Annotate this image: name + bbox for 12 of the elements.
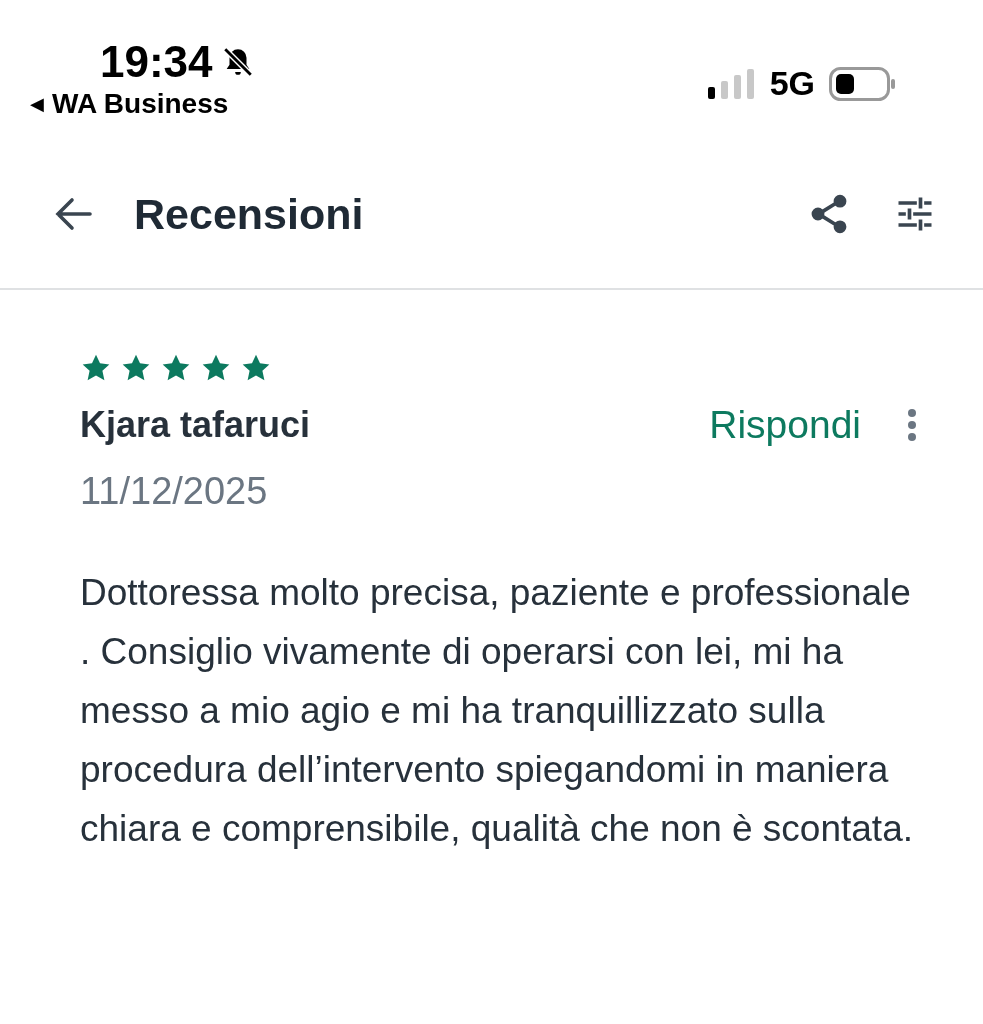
page-title: Recensioni	[134, 189, 365, 239]
reply-button[interactable]: Rispondi	[709, 403, 861, 447]
more-options-icon[interactable]	[907, 408, 917, 442]
review-date: 11/12/2025	[80, 470, 269, 513]
reviewer-name: Kjara tafaruci	[80, 404, 312, 446]
network-label: 5G	[769, 64, 815, 103]
signal-icon	[707, 68, 756, 99]
review-text: Dottoressa molto precisa, paziente e professionale . Consiglio vivamente di operarsi con lei, mi ha messo a mio agio e mi ha tranquillizzato sulla procedura dell’intervento spiegandomi in maniera chiara e comprensibile, qualità che non è scontata.	[80, 571, 914, 851]
battery-icon	[829, 66, 895, 101]
status-time: 19:34	[100, 40, 213, 84]
back-app-link[interactable]: WA Business	[52, 88, 229, 120]
back-glyph[interactable]: ◀	[30, 93, 44, 115]
